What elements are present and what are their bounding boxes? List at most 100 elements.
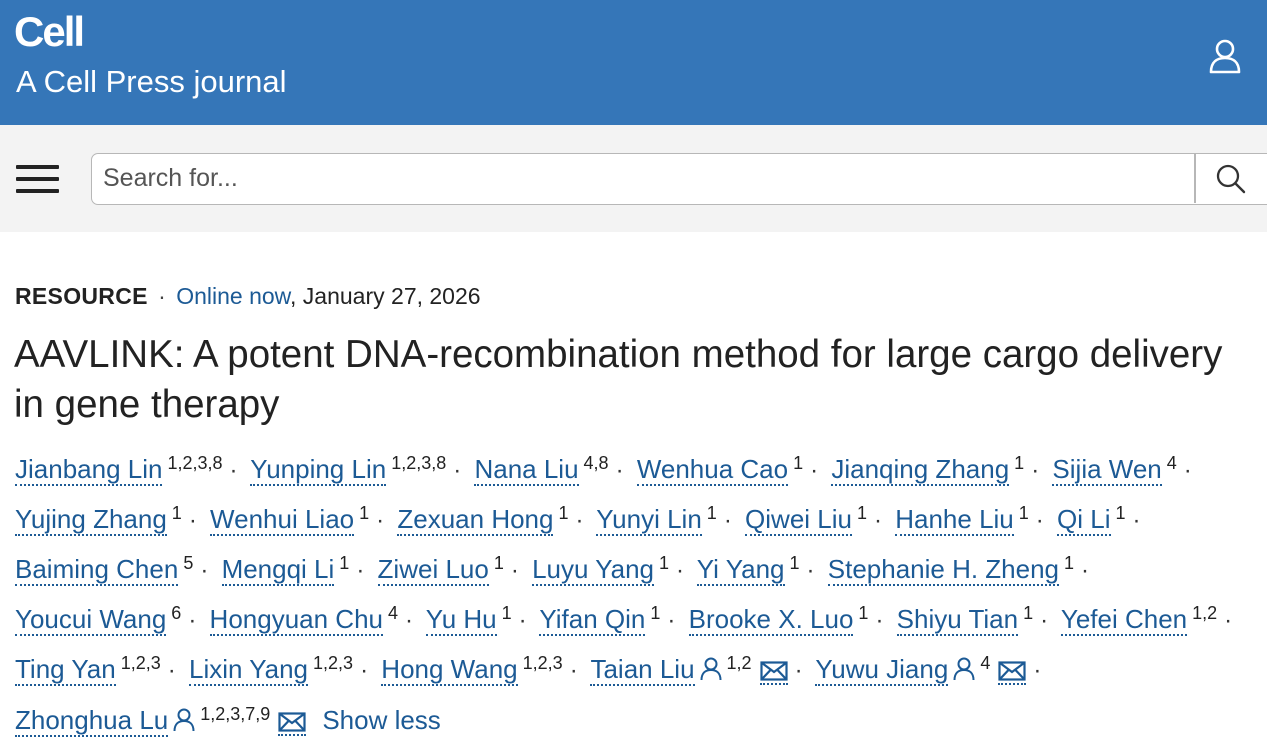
author-item: Ting Yan 1,2,3 <box>15 653 161 686</box>
author-item: Jianqing Zhang 1 <box>831 453 1025 486</box>
author-name-link[interactable]: Zexuan Hong <box>397 504 554 536</box>
author-separator: · <box>1031 457 1040 484</box>
author-item: Wenhui Liao 1 <box>210 503 370 536</box>
user-account-icon <box>1209 39 1241 74</box>
affiliation-superscript: 1 <box>858 603 869 623</box>
affiliation-superscript: 1 <box>659 553 670 573</box>
author-separator: · <box>723 507 732 534</box>
author-name-link[interactable]: Ting Yan <box>15 654 116 686</box>
author-item: Yi Yang 1 <box>696 553 800 586</box>
author-name-link[interactable]: Hanhe Liu <box>895 504 1014 536</box>
author-item: Brooke X. Luo 1 <box>688 603 869 636</box>
author-item: Hanhe Liu 1 <box>895 503 1029 536</box>
author-name-link[interactable]: Taian Liu <box>590 654 695 686</box>
author-name-link[interactable]: Jianqing Zhang <box>831 454 1010 486</box>
author-separator: · <box>356 557 365 584</box>
author-separator: · <box>405 607 414 634</box>
affiliation-superscript: 1 <box>501 603 512 623</box>
affiliation-superscript: 1 <box>171 503 182 523</box>
author-separator: · <box>1081 557 1090 584</box>
envelope-icon[interactable] <box>998 661 1027 685</box>
author-separator: · <box>810 457 819 484</box>
author-name-link[interactable]: Hong Wang <box>381 654 518 686</box>
author-separator: · <box>575 507 584 534</box>
author-name-link[interactable]: Wenhua Cao <box>636 454 789 486</box>
author-item: Wenhua Cao 1 <box>636 453 804 486</box>
author-item: Mengqi Li 1 <box>221 553 350 586</box>
author-item: Shiyu Tian 1 <box>896 603 1033 636</box>
menu-button[interactable] <box>16 161 60 195</box>
author-item: Yu Hu 1 <box>425 603 512 636</box>
author-item: Stephanie H. Zheng 1 <box>827 553 1074 586</box>
author-name-link[interactable]: Zhonghua Lu <box>15 705 169 737</box>
author-separator: · <box>1183 457 1192 484</box>
author-item: Hongyuan Chu 4 <box>209 603 398 636</box>
author-name-link[interactable]: Lixin Yang <box>188 654 309 686</box>
author-name-link[interactable]: Yi Yang <box>696 554 785 586</box>
affiliation-superscript: 1 <box>359 503 370 523</box>
author-name-link[interactable]: Brooke X. Luo <box>688 604 854 636</box>
author-name-link[interactable]: Stephanie H. Zheng <box>827 554 1060 586</box>
affiliation-superscript: 1 <box>706 503 717 523</box>
author-name-link[interactable]: Qiwei Liu <box>745 504 852 536</box>
author-item: Yujing Zhang 1 <box>15 503 182 536</box>
author-item: Yuwu Jiang 4 <box>815 653 1027 686</box>
author-name-link[interactable]: Youcui Wang <box>15 604 167 636</box>
show-less-link[interactable]: Show less <box>322 705 441 735</box>
author-name-link[interactable]: Ziwei Luo <box>377 554 489 586</box>
author-name-link[interactable]: Yunyi Lin <box>596 504 702 536</box>
person-icon[interactable] <box>173 702 195 744</box>
author-name-link[interactable]: Hongyuan Chu <box>209 604 384 636</box>
author-name-link[interactable]: Mengqi Li <box>221 554 335 586</box>
author-separator: · <box>167 657 176 684</box>
author-separator: · <box>667 607 676 634</box>
envelope-icon[interactable] <box>759 661 788 685</box>
author-item: Yifan Qin 1 <box>539 603 660 636</box>
author-name-link[interactable]: Yujing Zhang <box>15 504 167 536</box>
author-item: Qiwei Liu 1 <box>745 503 867 536</box>
affiliation-superscript: 1,2,3,8 <box>391 453 447 473</box>
author-name-link[interactable]: Nana Liu <box>474 454 579 486</box>
author-separator: · <box>453 457 462 484</box>
author-name-link[interactable]: Yu Hu <box>425 604 497 636</box>
search-button[interactable] <box>1196 154 1266 203</box>
search-bar-area <box>0 125 1267 232</box>
author-name-link[interactable]: Yunping Lin <box>250 454 387 486</box>
article-title: AAVLINK: A potent DNA-recombination meth… <box>14 333 1223 426</box>
author-name-link[interactable]: Baiming Chen <box>15 554 179 586</box>
author-separator: · <box>1035 507 1044 534</box>
account-button[interactable] <box>1202 33 1248 79</box>
author-item: Jianbang Lin 1,2,3,8 <box>15 453 223 486</box>
affiliation-superscript: 1 <box>793 453 804 473</box>
author-name-link[interactable]: Wenhui Liao <box>210 504 355 536</box>
affiliation-superscript: 1 <box>339 553 350 573</box>
affiliation-superscript: 5 <box>183 553 194 573</box>
affiliation-superscript: 1 <box>856 503 867 523</box>
author-item: Ziwei Luo 1 <box>377 553 504 586</box>
author-separator: · <box>615 457 624 484</box>
author-name-link[interactable]: Sijia Wen <box>1052 454 1162 486</box>
affiliation-superscript: 1 <box>1014 453 1025 473</box>
author-item: Yunping Lin 1,2,3,8 <box>250 453 447 486</box>
author-list: Jianbang Lin 1,2,3,8 · Yunping Lin 1,2,3,8 ·… <box>15 442 1267 744</box>
author-separator: · <box>510 557 519 584</box>
author-name-link[interactable]: Yifan Qin <box>539 604 646 636</box>
author-name-link[interactable]: Yuwu Jiang <box>815 654 949 686</box>
affiliation-superscript: 1 <box>493 553 504 573</box>
person-icon[interactable] <box>700 651 722 693</box>
author-name-link[interactable]: Shiyu Tian <box>896 604 1019 636</box>
online-now-link[interactable]: Online now <box>176 283 290 309</box>
person-icon[interactable] <box>953 651 975 693</box>
affiliation-superscript: 1,2,3 <box>313 653 354 673</box>
author-item: Lixin Yang 1,2,3 <box>188 653 354 686</box>
author-name-link[interactable]: Yefei Chen <box>1060 604 1188 636</box>
author-name-link[interactable]: Qi Li <box>1057 504 1111 536</box>
journal-logo[interactable]: Cell <box>14 8 85 56</box>
search-input[interactable] <box>92 154 1192 203</box>
author-name-link[interactable]: Luyu Yang <box>532 554 655 586</box>
author-item: Sijia Wen 4 <box>1052 453 1177 486</box>
envelope-icon[interactable] <box>278 712 307 736</box>
affiliation-superscript: 1,2,3 <box>522 653 563 673</box>
author-separator: · <box>518 607 527 634</box>
author-name-link[interactable]: Jianbang Lin <box>15 454 163 486</box>
